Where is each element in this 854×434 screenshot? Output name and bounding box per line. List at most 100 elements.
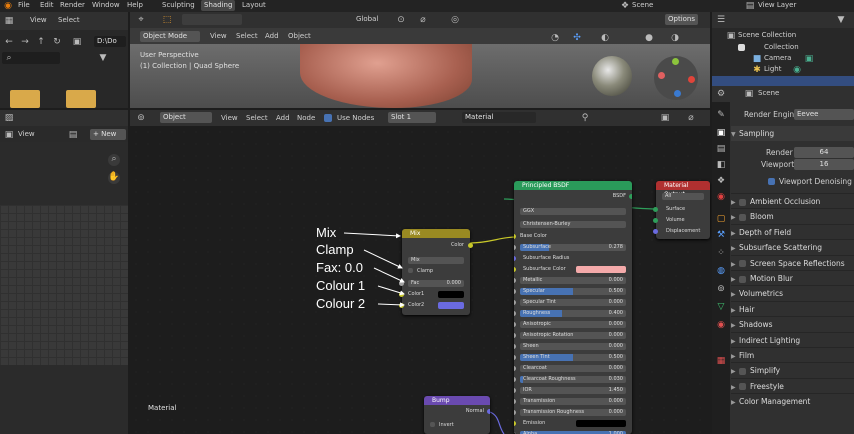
menu-render[interactable]: Render [60, 0, 85, 11]
bsdf-distribution-dropdown[interactable]: GGX [520, 208, 626, 215]
sampling-panel-header[interactable]: ▼ Sampling [731, 126, 854, 141]
bsdf-input-row[interactable]: Subsurface Color [520, 266, 570, 273]
render-tab-icon[interactable]: ▣ [716, 128, 726, 138]
material-tab-icon[interactable]: ◉ [716, 320, 726, 330]
select-box-icon[interactable]: ⬚ [162, 15, 172, 25]
panel-hair[interactable]: ▶ Hair [731, 300, 854, 316]
panel-volumetrics[interactable]: ▶ Volumetrics [731, 285, 854, 300]
menu-edit[interactable]: Edit [40, 0, 54, 11]
tool-tab-icon[interactable]: ✎ [716, 110, 726, 120]
outliner-scene-collection[interactable]: Scene Collection [738, 30, 796, 41]
bsdf-input-row[interactable]: Subsurface 0.278 [520, 244, 626, 251]
panel-indirect-lighting[interactable]: ▶ Indirect Lighting [731, 331, 854, 347]
collection-checkbox[interactable] [738, 44, 745, 51]
texture-tab-icon[interactable]: ▦ [716, 356, 726, 366]
gizmo-neg-icon[interactable] [674, 90, 681, 97]
bsdf-input-row[interactable]: Transmission 0.000 [520, 398, 626, 405]
filter-icon[interactable]: ▼ [98, 53, 108, 63]
node-add-menu[interactable]: Add [276, 113, 290, 124]
bsdf-input-row[interactable]: Sheen 0.000 [520, 343, 626, 350]
bsdf-input-socket[interactable] [514, 333, 516, 338]
panel-ambient-occlusion[interactable]: ▶ Ambient Occlusion [731, 193, 854, 208]
mix-node-header[interactable]: Mix [402, 229, 470, 238]
object-mode-dropdown[interactable]: Object Mode [140, 31, 200, 42]
outliner-selected-row[interactable] [712, 76, 854, 86]
bump-invert-row[interactable]: Invert [430, 422, 484, 429]
scene-tab-icon[interactable]: ❖ [716, 176, 726, 186]
panel-screen-space-reflections[interactable]: ▶ Screen Space Reflections [731, 254, 854, 270]
light-data-icon[interactable]: ◉ [792, 65, 802, 75]
output-target-dropdown[interactable]: All [662, 193, 704, 200]
forward-arrow-icon[interactable]: → [20, 37, 30, 47]
bsdf-input-row[interactable]: Specular Tint 0.000 [520, 299, 626, 306]
viewport-samples-field[interactable]: 16 [794, 159, 854, 170]
panel-motion-blur[interactable]: ▶ Motion Blur [731, 270, 854, 285]
bsdf-input-socket[interactable] [514, 355, 516, 360]
mix-fac-field[interactable]: Fac 0.000 [408, 280, 464, 287]
proportional-edit-icon[interactable]: ◎ [450, 15, 460, 25]
bsdf-input-socket[interactable] [514, 300, 516, 305]
bsdf-input-row[interactable]: Clearcoat Roughness 0.030 [520, 376, 626, 383]
panel-enable-checkbox[interactable] [739, 260, 746, 268]
snap-node-icon[interactable]: ⌀ [686, 113, 696, 123]
object-data-tab-icon[interactable]: ▽ [716, 302, 726, 312]
shading-material-icon[interactable]: ◑ [670, 33, 680, 43]
panel-simplify[interactable]: ▶ Simplify [731, 362, 854, 377]
path-field[interactable]: D:\Do [94, 36, 126, 47]
file-select-menu[interactable]: Select [58, 15, 80, 26]
node-select-menu[interactable]: Select [246, 113, 268, 124]
viewport-select-menu[interactable]: Select [236, 31, 258, 42]
bsdf-input-row[interactable]: IOR 1.450 [520, 387, 626, 394]
bsdf-output-socket[interactable] [629, 194, 632, 199]
bsdf-input-socket[interactable] [514, 278, 516, 283]
bsdf-input-socket[interactable] [514, 322, 516, 327]
output-node-header[interactable]: Material Output [656, 181, 710, 198]
panel-enable-checkbox[interactable] [739, 275, 746, 283]
gizmo-z-icon[interactable] [658, 72, 665, 79]
bsdf-input-row[interactable]: Sheen Tint 0.500 [520, 354, 626, 361]
shader-type-dropdown[interactable]: Object [160, 112, 212, 123]
bump-output-socket[interactable] [487, 409, 490, 414]
output-surface-socket[interactable] [653, 207, 658, 212]
bsdf-input-socket[interactable] [514, 410, 516, 415]
bsdf-input-socket[interactable] [514, 388, 516, 393]
output-tab-icon[interactable]: ▤ [716, 144, 726, 154]
use-nodes-checkbox[interactable] [324, 114, 332, 122]
material-field[interactable]: Material [462, 112, 536, 123]
select-mode-buttons[interactable] [182, 14, 242, 25]
bsdf-input-socket[interactable] [514, 267, 516, 272]
xray-icon[interactable]: ◐ [600, 33, 610, 43]
panel-enable-checkbox[interactable] [739, 213, 746, 221]
bsdf-input-socket[interactable] [514, 289, 516, 294]
particles-tab-icon[interactable]: ⁘ [716, 248, 726, 258]
viewport-editor-icon[interactable]: ⌖ [136, 15, 146, 25]
bsdf-input-row[interactable]: Clearcoat 0.000 [520, 365, 626, 372]
panel-bloom[interactable]: ▶ Bloom [731, 208, 854, 223]
panel-subsurface-scattering[interactable]: ▶ Subsurface Scattering [731, 239, 854, 254]
mix-clamp-row[interactable]: Clamp [408, 268, 464, 275]
bsdf-input-row[interactable]: Anisotropic 0.000 [520, 321, 626, 328]
bsdf-input-row[interactable]: Subsurface Radius [520, 255, 626, 262]
bump-node[interactable]: Bump Normal Invert [424, 396, 490, 434]
panel-shadows[interactable]: ▶ Shadows [731, 316, 854, 331]
render-samples-field[interactable]: 64 [794, 147, 854, 158]
viewport-options-button[interactable]: Options [665, 14, 699, 25]
bsdf-base-color-socket[interactable] [514, 234, 516, 239]
folder-icon[interactable] [66, 90, 96, 108]
new-image-button[interactable]: + New [90, 129, 126, 140]
output-volume-socket[interactable] [653, 218, 658, 223]
viewport-object-menu[interactable]: Object [288, 31, 311, 42]
mix-blend-dropdown[interactable]: Mix [408, 257, 464, 264]
overlay-icon[interactable]: ◔ [550, 33, 560, 43]
view-layer-name[interactable]: View Layer [758, 0, 796, 11]
bsdf-sss-method-dropdown[interactable]: Christensen-Burley [520, 221, 626, 228]
bump-invert-checkbox[interactable] [430, 422, 435, 427]
bsdf-input-socket[interactable] [514, 311, 516, 316]
bsdf-input-row[interactable]: Specular 0.500 [520, 288, 626, 295]
pan-hand-icon[interactable]: ✋ [108, 172, 120, 184]
snap-icon[interactable]: ⌀ [418, 15, 428, 25]
bsdf-input-row[interactable]: Anisotropic Rotation 0.000 [520, 332, 626, 339]
pin-icon[interactable]: ⚲ [580, 113, 590, 123]
bsdf-input-row[interactable]: Emission [520, 420, 570, 427]
viewport-denoising-checkbox[interactable] [768, 178, 775, 185]
